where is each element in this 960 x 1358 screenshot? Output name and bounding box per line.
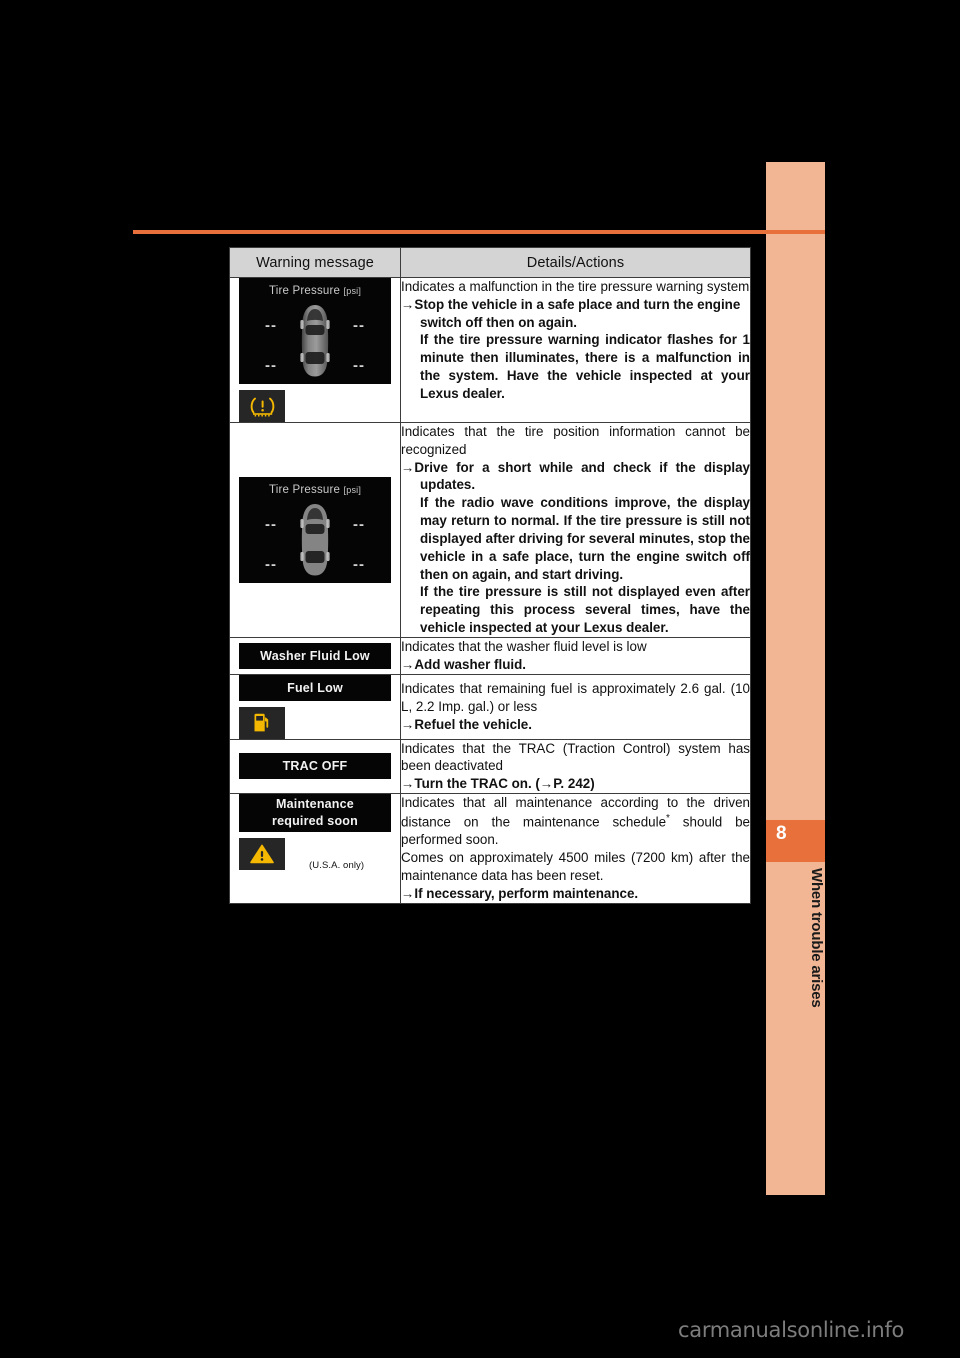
- page-sheet: 8 When trouble arises Warning message De…: [0, 0, 960, 1358]
- details-cell-maintenance-required-soon: Indicates that all maintenance according…: [400, 793, 751, 904]
- arrow-glyph: →: [401, 716, 415, 732]
- details-intro: Indicates that the TRAC (Traction Contro…: [401, 740, 750, 774]
- tire-value-rear-right: --: [353, 357, 365, 374]
- fuel-pump-icon: [254, 713, 269, 731]
- table-row: Tire Pressure [psi] -- -- -- -- Indicate…: [229, 422, 751, 638]
- mid-display-title: Tire Pressure [psi]: [239, 484, 391, 496]
- mid-display-maintenance-required: Maintenance required soon: [239, 794, 391, 833]
- details-intro: Indicates that remaining fuel is approxi…: [401, 680, 750, 714]
- warning-message-cell-washer-fluid-low: Washer Fluid Low: [229, 636, 401, 675]
- details-cell-trac-off: Indicates that the TRAC (Traction Contro…: [400, 738, 751, 795]
- column-header-warning-message: Warning message: [229, 247, 401, 278]
- tire-value-front-right: --: [353, 515, 365, 533]
- details-second: Comes on approximately 4500 miles (7200 …: [401, 850, 750, 883]
- details-action-continued: If the radio wave conditions improve, th…: [420, 495, 750, 582]
- chapter-number: 8: [776, 823, 787, 844]
- mid-display-title-text: Tire Pressure: [268, 285, 341, 297]
- mid-display-washer-fluid-low: Washer Fluid Low: [239, 642, 391, 669]
- details-action: →Drive for a short while and check if th…: [401, 459, 750, 495]
- tire-pressure-warning-icon: [250, 397, 274, 416]
- mid-display-line2: required soon: [272, 814, 358, 829]
- details-action: →Stop the vehicle in a safe place and tu…: [401, 296, 750, 332]
- details-action: →If necessary, perform maintenance.: [401, 885, 750, 903]
- car-top-view-icon: [300, 503, 330, 576]
- mid-display-unit: [psi]: [343, 286, 362, 296]
- usa-only-note: (U.S.A. only): [309, 860, 365, 872]
- details-action-text: Add washer fluid.: [414, 656, 526, 672]
- warning-message-cell-trac-off: TRAC OFF: [229, 738, 401, 795]
- telltale-tile-master-warning: [239, 838, 285, 871]
- mid-display-title: Tire Pressure [psi]: [239, 285, 391, 297]
- details-action: →Refuel the vehicle.: [401, 716, 750, 734]
- tire-value-rear-left: --: [265, 357, 277, 374]
- table-row: Tire Pressure [psi] -- -- -- -- Indicate…: [229, 277, 751, 423]
- details-intro: Indicates a malfunction in the tire pres…: [401, 279, 750, 294]
- arrow-glyph: →: [401, 296, 415, 312]
- details-cell-fuel-low: Indicates that remaining fuel is approxi…: [400, 673, 751, 740]
- mid-display-trac-off: TRAC OFF: [239, 753, 391, 780]
- table-row: Fuel Low Indicates that remaining fuel i…: [229, 673, 751, 740]
- details-action-text: Stop the vehicle in a safe place and tur…: [414, 296, 741, 330]
- arrow-glyph: →: [401, 885, 415, 901]
- column-header-details-actions: Details/Actions: [400, 247, 751, 278]
- site-watermark: carmanualsonline.info: [678, 1318, 905, 1342]
- header-rule: [133, 230, 825, 234]
- mid-display-title-text: Tire Pressure: [268, 483, 341, 496]
- warning-message-cell-tire-position-unrecognized: Tire Pressure [psi] -- -- -- --: [229, 422, 401, 638]
- warning-message-table: Warning message Details/Actions Tire Pre…: [229, 247, 751, 904]
- telltale-tile-fuel: [239, 706, 285, 739]
- details-action-continued: If the tire pressure warning indicator f…: [420, 332, 750, 401]
- table-row: TRAC OFF Indicates that the TRAC (Tracti…: [229, 738, 751, 795]
- tire-value-front-left: --: [265, 515, 277, 533]
- details-intro: Indicates that the tire position informa…: [401, 424, 750, 457]
- details-action-continued-2: If the tire pressure is still not displa…: [420, 584, 750, 636]
- tire-value-front-right: --: [353, 317, 365, 334]
- mid-display-unit: [psi]: [343, 484, 362, 495]
- details-action-text: Turn the TRAC on. (→P. 242): [414, 776, 595, 792]
- arrow-glyph: →: [401, 776, 415, 792]
- chapter-tab-sidebar: 8 When trouble arises: [766, 162, 825, 1195]
- table-row: Washer Fluid Low Indicates that the wash…: [229, 636, 751, 675]
- details-action: →Add washer fluid.: [401, 656, 750, 674]
- warning-message-cell-fuel-low: Fuel Low: [229, 673, 401, 740]
- details-action-text: Drive for a short while and check if the…: [414, 459, 750, 493]
- tire-value-rear-right: --: [353, 555, 365, 573]
- chapter-number-badge: 8: [766, 820, 825, 862]
- table-header-row: Warning message Details/Actions: [229, 247, 751, 278]
- telltale-tile-tire-pressure: [239, 390, 285, 422]
- car-top-view-icon: [300, 305, 330, 377]
- table-row: Maintenance required soon (U.S.A. only): [229, 793, 751, 904]
- details-cell-tire-pressure-malfunction: Indicates a malfunction in the tire pres…: [400, 277, 751, 423]
- master-warning-triangle-icon: [250, 844, 274, 864]
- arrow-glyph: →: [401, 656, 415, 672]
- tire-value-rear-left: --: [265, 555, 277, 573]
- tire-value-front-left: --: [265, 317, 277, 334]
- details-action-text: Refuel the vehicle.: [414, 716, 532, 732]
- mid-display-line1: Maintenance: [276, 797, 354, 812]
- mid-display-tire-pressure: Tire Pressure [psi] -- -- -- --: [239, 278, 391, 384]
- warning-message-cell-maintenance-required-soon: Maintenance required soon (U.S.A. only): [229, 793, 401, 904]
- chapter-title: When trouble arises: [808, 868, 825, 1008]
- details-cell-tire-position-unrecognized: Indicates that the tire position informa…: [400, 422, 751, 638]
- details-action: →Turn the TRAC on. (→P. 242): [401, 775, 750, 793]
- mid-display-tire-position: Tire Pressure [psi] -- -- -- --: [239, 476, 391, 583]
- details-intro: Indicates that the washer fluid level is…: [401, 638, 647, 654]
- arrow-glyph: →: [401, 459, 415, 475]
- warning-message-cell-tire-pressure-malfunction: Tire Pressure [psi] -- -- -- --: [229, 277, 401, 423]
- details-action-text: If necessary, perform maintenance.: [414, 885, 639, 901]
- details-intro: Indicates that all maintenance according…: [401, 794, 750, 849]
- details-cell-washer-fluid-low: Indicates that the washer fluid level is…: [400, 636, 751, 675]
- mid-display-fuel-low: Fuel Low: [239, 674, 391, 701]
